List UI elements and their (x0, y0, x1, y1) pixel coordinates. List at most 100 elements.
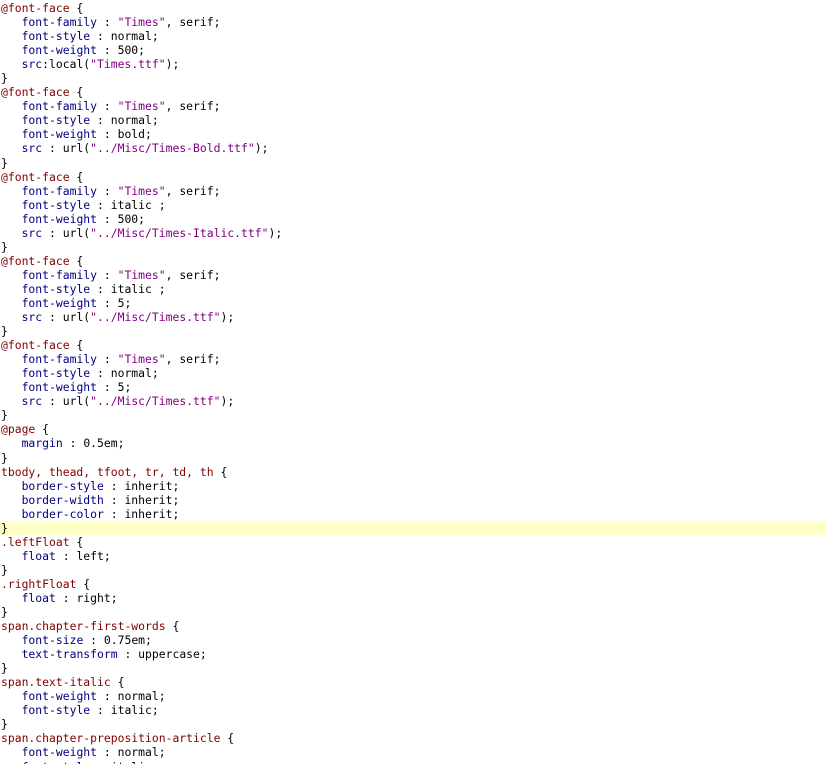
css-punctuation: : (97, 295, 118, 310)
css-value: normal; (117, 745, 166, 760)
css-punctuation: : (90, 703, 111, 718)
code-line[interactable]: @font-face { (0, 338, 826, 352)
css-property: font-weight (21, 380, 98, 395)
code-line[interactable]: .rightFloat { (0, 577, 826, 591)
code-line[interactable]: font-weight : 5; (0, 380, 826, 394)
code-line-current[interactable]: } (0, 520, 826, 535)
code-line[interactable]: } (0, 324, 826, 338)
css-punctuation: : (42, 225, 63, 240)
code-line[interactable]: @page { (0, 422, 826, 436)
css-value: , serif; (165, 99, 221, 114)
code-line[interactable]: @font-face { (0, 170, 826, 184)
css-punctuation (1, 479, 22, 493)
css-property: src (21, 310, 43, 325)
code-line[interactable]: @font-face { (0, 254, 826, 268)
code-line[interactable]: tbody, thead, tfoot, tr, td, th { (0, 465, 826, 479)
code-line[interactable]: span.chapter-first-words { (0, 619, 826, 633)
code-line[interactable]: font-style : normal; (0, 113, 826, 127)
code-line[interactable]: float : right; (0, 591, 826, 605)
code-line[interactable]: font-weight : 500; (0, 43, 826, 57)
code-line[interactable]: src : url("../Misc/Times-Italic.ttf"); (0, 226, 826, 240)
css-punctuation (1, 380, 22, 394)
css-punctuation: { (69, 169, 84, 184)
code-line[interactable]: src:local("Times.ttf"); (0, 57, 826, 71)
code-line[interactable]: border-color : inherit; (0, 507, 826, 521)
code-line[interactable]: } (0, 71, 826, 85)
code-line[interactable]: } (0, 661, 826, 675)
code-line[interactable]: text-transform : uppercase; (0, 647, 826, 661)
code-line[interactable]: font-family : "Times", serif; (0, 268, 826, 282)
css-punctuation: { (220, 731, 235, 746)
css-punctuation: } (1, 71, 8, 86)
code-line[interactable]: font-family : "Times", serif; (0, 352, 826, 366)
code-line[interactable]: } (0, 605, 826, 619)
code-line[interactable]: @font-face { (0, 1, 826, 15)
css-punctuation (1, 296, 22, 310)
css-punctuation: { (69, 338, 84, 353)
code-line[interactable]: font-weight : normal; (0, 689, 826, 703)
css-value: inherit; (124, 478, 180, 493)
css-punctuation: } (1, 562, 8, 577)
code-line[interactable]: font-size : 0.75em; (0, 633, 826, 647)
code-line[interactable]: span.text-italic { (0, 675, 826, 689)
code-line[interactable]: } (0, 240, 826, 254)
css-property: font-weight (21, 295, 98, 310)
code-line[interactable]: src : url("../Misc/Times-Bold.ttf"); (0, 141, 826, 155)
code-line[interactable]: src : url("../Misc/Times.ttf"); (0, 394, 826, 408)
css-selector: @font-face (1, 169, 70, 184)
css-punctuation: : (97, 99, 118, 114)
css-string: "Times" (117, 352, 166, 367)
code-line[interactable]: font-style : italic ; (0, 282, 826, 296)
code-line[interactable]: font-family : "Times", serif; (0, 99, 826, 113)
css-value: left; (76, 548, 111, 563)
css-punctuation: { (110, 675, 125, 690)
code-line[interactable]: } (0, 717, 826, 731)
code-line[interactable]: } (0, 563, 826, 577)
css-string: "../Misc/Times-Bold.ttf" (90, 141, 255, 156)
css-property: float (21, 548, 56, 563)
code-line[interactable]: font-style : italic; (0, 703, 826, 717)
code-line[interactable]: font-weight : bold; (0, 127, 826, 141)
code-line[interactable]: font-style : normal; (0, 366, 826, 380)
code-line[interactable]: margin : 0.5em; (0, 436, 826, 450)
code-line[interactable]: @font-face { (0, 85, 826, 99)
code-line[interactable]: font-weight : 500; (0, 212, 826, 226)
css-punctuation (1, 760, 22, 764)
code-line[interactable]: span.chapter-preposition-article { (0, 731, 826, 745)
code-line[interactable]: font-style : normal; (0, 29, 826, 43)
code-line[interactable]: } (0, 408, 826, 422)
code-line[interactable]: font-style : italic ; (0, 198, 826, 212)
css-punctuation (1, 15, 22, 29)
css-punctuation (1, 113, 22, 127)
code-line[interactable]: float : left; (0, 549, 826, 563)
css-value: , serif; (165, 183, 221, 198)
css-property: font-family (21, 267, 98, 282)
css-property: font-weight (21, 43, 98, 58)
css-selector: span.chapter-preposition-article (1, 731, 221, 746)
css-punctuation: { (35, 422, 50, 437)
css-string: "../Misc/Times.ttf" (90, 394, 221, 409)
code-line[interactable]: font-weight : 5; (0, 296, 826, 310)
code-line[interactable]: border-style : inherit; (0, 479, 826, 493)
css-punctuation (1, 184, 22, 198)
css-punctuation: : (97, 689, 118, 704)
code-line[interactable]: font-style : italic; (0, 760, 826, 764)
css-punctuation (1, 57, 22, 71)
css-value: , serif; (165, 15, 221, 30)
code-editor[interactable]: @font-face { font-family : "Times", seri… (0, 0, 826, 764)
code-line[interactable]: src : url("../Misc/Times.ttf"); (0, 310, 826, 324)
code-line[interactable]: font-weight : normal; (0, 745, 826, 759)
css-punctuation: : (90, 281, 111, 296)
code-line[interactable]: .leftFloat { (0, 535, 826, 549)
css-punctuation: } (1, 324, 8, 339)
css-value: ); (220, 310, 235, 325)
code-line[interactable]: } (0, 451, 826, 465)
css-property: font-style (21, 281, 91, 296)
css-punctuation: : (55, 590, 77, 605)
css-value: italic; (110, 703, 159, 718)
css-property: font-style (21, 197, 91, 212)
code-line[interactable]: border-width : inherit; (0, 493, 826, 507)
code-line[interactable]: font-family : "Times", serif; (0, 15, 826, 29)
code-line[interactable]: font-family : "Times", serif; (0, 184, 826, 198)
code-line[interactable]: } (0, 156, 826, 170)
